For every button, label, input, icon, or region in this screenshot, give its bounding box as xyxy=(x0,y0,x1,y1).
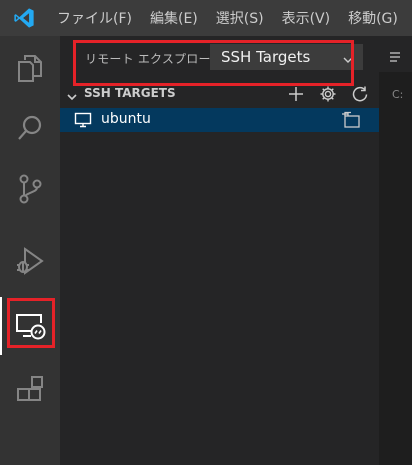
monitor-icon xyxy=(74,112,92,132)
host-label: ubuntu xyxy=(101,111,151,127)
add-icon[interactable] xyxy=(285,83,307,105)
editor-area: C: xyxy=(379,36,412,465)
section-title: SSH TARGETS xyxy=(84,86,176,100)
open-in-new-window-icon[interactable] xyxy=(341,111,361,133)
ssh-targets-section-header[interactable]: SSH TARGETS xyxy=(60,82,379,106)
gear-icon[interactable] xyxy=(317,83,339,105)
activity-run-debug[interactable] xyxy=(0,232,60,290)
remote-explorer-highlight xyxy=(7,298,55,348)
menu-selection[interactable]: 選択(S) xyxy=(207,0,273,36)
editor-path-text: C: xyxy=(392,88,404,101)
header-highlight xyxy=(73,40,354,86)
list-item[interactable]: ubuntu xyxy=(60,108,379,132)
vscode-logo-icon xyxy=(0,0,48,36)
title-bar: ファイル(F) 編集(E) 選択(S) 表示(V) 移動(G) xyxy=(0,0,412,36)
activity-explorer[interactable] xyxy=(0,39,60,97)
run-debug-icon xyxy=(15,246,45,276)
files-icon xyxy=(16,53,44,83)
menu-bar: ファイル(F) 編集(E) 選択(S) 表示(V) 移動(G) xyxy=(48,0,407,36)
remote-explorer-sidebar: リモート エクスプローラー SSH Targets SSH TARGETS ub… xyxy=(60,36,379,465)
extensions-icon xyxy=(15,375,45,405)
activity-search[interactable] xyxy=(0,100,60,158)
activity-extensions[interactable] xyxy=(0,361,60,419)
menu-go[interactable]: 移動(G) xyxy=(339,0,407,36)
search-icon xyxy=(16,114,44,144)
activity-source-control[interactable] xyxy=(0,160,60,218)
menu-file[interactable]: ファイル(F) xyxy=(48,0,141,36)
list-icon xyxy=(389,48,401,67)
chevron-down-icon xyxy=(66,88,78,107)
menu-edit[interactable]: 編集(E) xyxy=(141,0,207,36)
refresh-icon[interactable] xyxy=(349,83,371,105)
menu-view[interactable]: 表示(V) xyxy=(273,0,340,36)
section-actions xyxy=(285,83,371,105)
activity-bar xyxy=(0,36,60,465)
source-control-icon xyxy=(17,173,43,205)
